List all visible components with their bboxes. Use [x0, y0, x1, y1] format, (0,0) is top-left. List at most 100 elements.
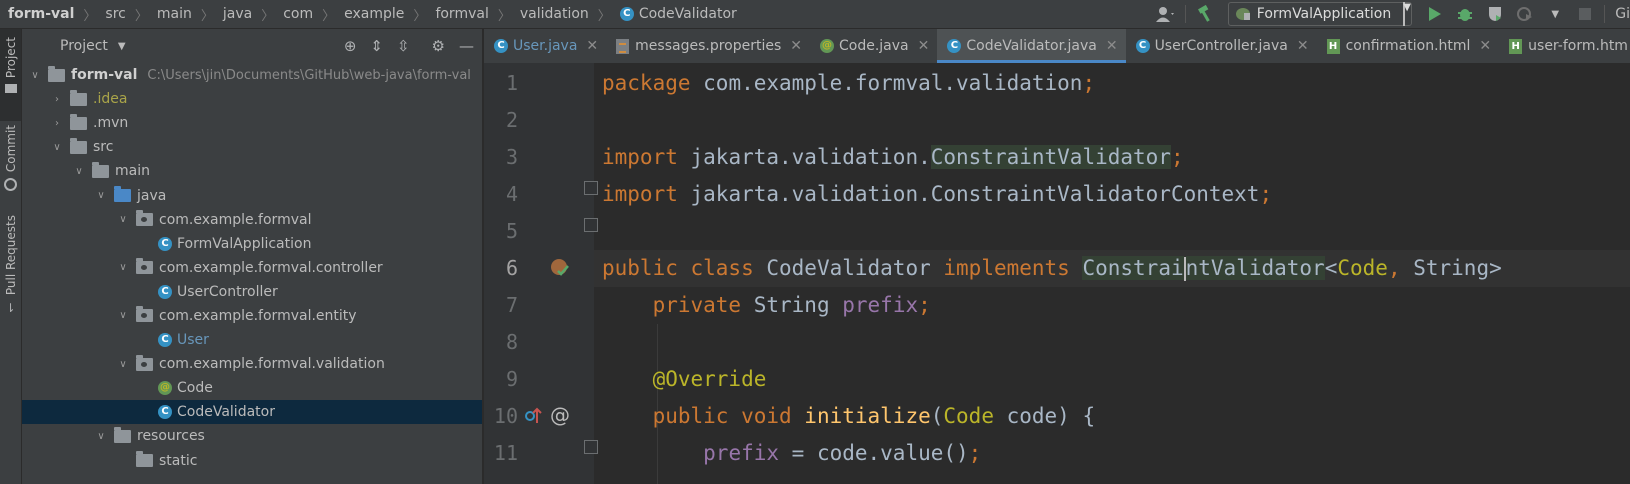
- tree-item-usercontroller[interactable]: › C UserController: [22, 280, 482, 304]
- tree-item-form-val[interactable]: ∨ form-val C:\Users\jin\Documents\GitHub…: [22, 63, 482, 87]
- code-editor[interactable]: package com.example.formval.validation; …: [594, 63, 1630, 484]
- line-number: 8: [505, 330, 518, 354]
- tab-user-form-html[interactable]: user-form.htm: [1499, 29, 1630, 63]
- tree-item-main[interactable]: ∨ main: [22, 159, 482, 183]
- tab-confirmation-html[interactable]: confirmation.html ✕: [1317, 29, 1500, 63]
- chevron-down-icon[interactable]: ∨: [50, 142, 64, 153]
- tab-code-java[interactable]: @ Code.java ✕: [810, 29, 937, 63]
- annotation-icon: @: [158, 381, 172, 396]
- implementation-marker-icon[interactable]: [550, 258, 570, 278]
- profiler-icon[interactable]: [1513, 2, 1537, 26]
- tool-window-commit[interactable]: Commit: [0, 121, 21, 217]
- breadcrumb-item-codevalidator[interactable]: C CodeValidator: [619, 6, 737, 22]
- chevron-down-icon[interactable]: ∨: [116, 310, 130, 321]
- tree-item-java[interactable]: ∨ java: [22, 183, 482, 207]
- chevron-right-icon[interactable]: ›: [50, 94, 64, 105]
- user-account-icon[interactable]: [1154, 2, 1178, 26]
- class-icon: C: [158, 405, 172, 420]
- tree-item-idea[interactable]: › .idea: [22, 87, 482, 111]
- breadcrumb-item-main[interactable]: main 〉: [157, 5, 223, 24]
- tab-messages-properties[interactable]: messages.properties ✕: [606, 29, 810, 63]
- close-icon[interactable]: ✕: [1479, 38, 1491, 54]
- tree-item-user[interactable]: › C User: [22, 328, 482, 352]
- editor-area: C User.java ✕ messages.properties ✕ @ Co…: [484, 29, 1630, 484]
- chevron-right-icon[interactable]: ›: [50, 118, 64, 129]
- breadcrumb-item-java[interactable]: java 〉: [223, 5, 283, 24]
- tree-item-static[interactable]: › static: [22, 449, 482, 473]
- locate-target-icon[interactable]: ⊕: [344, 37, 357, 55]
- collapse-all-icon[interactable]: ⇳: [397, 37, 410, 55]
- line-number: 10: [493, 404, 518, 428]
- run-configuration-selector[interactable]: FormValApplication ▼: [1227, 2, 1413, 26]
- tree-item-package-entity[interactable]: ∨ com.example.formval.entity: [22, 304, 482, 328]
- close-icon[interactable]: ✕: [790, 38, 802, 54]
- annotation-marker-icon[interactable]: @: [550, 403, 570, 427]
- project-panel-header: Project ▼ ⊕ ⇕ ⇳ ⚙ —: [22, 29, 482, 63]
- tree-item-package-validation[interactable]: ∨ com.example.formval.validation: [22, 352, 482, 376]
- chevron-right-icon: 〉: [134, 8, 148, 24]
- project-tool-window: Project ▼ ⊕ ⇕ ⇳ ⚙ — ∨ form-val C:\Users\…: [22, 29, 482, 484]
- code-line-11: prefix = code.value();: [703, 441, 982, 465]
- implements-method-icon[interactable]: [524, 406, 542, 426]
- project-view-selector[interactable]: Project: [60, 38, 108, 54]
- coverage-shield-icon[interactable]: [1483, 2, 1507, 26]
- chevron-down-icon[interactable]: ∨: [116, 262, 130, 273]
- line-number: 11: [493, 441, 518, 465]
- tool-window-pull-requests[interactable]: Pull Requests ⇂: [0, 211, 21, 315]
- breadcrumb-item-formval[interactable]: formval 〉: [435, 5, 519, 24]
- chevron-down-icon[interactable]: ∨: [72, 166, 86, 177]
- chevron-down-icon[interactable]: ∨: [94, 190, 108, 201]
- tree-item-mvn[interactable]: › .mvn: [22, 111, 482, 135]
- stop-icon[interactable]: [1573, 2, 1597, 26]
- chevron-down-icon[interactable]: ∨: [116, 214, 130, 225]
- chevron-down-icon[interactable]: ∨: [94, 431, 108, 442]
- tab-codevalidator-java[interactable]: C CodeValidator.java ✕: [937, 29, 1126, 63]
- breadcrumb-item-com[interactable]: com 〉: [283, 5, 344, 24]
- debug-bug-icon[interactable]: [1453, 2, 1477, 26]
- tree-item-codevalidator[interactable]: › C CodeValidator: [22, 400, 482, 425]
- close-icon[interactable]: ✕: [918, 38, 930, 54]
- tree-item-resources[interactable]: ∨ resources: [22, 424, 482, 448]
- pull-request-icon: ⇂: [5, 301, 16, 316]
- tree-item-code[interactable]: › @ Code: [22, 376, 482, 400]
- class-icon: C: [619, 7, 634, 21]
- code-line-4: import jakarta.validation.ConstraintVali…: [602, 182, 1273, 206]
- gear-icon[interactable]: ⚙: [432, 37, 445, 55]
- tab-user-java[interactable]: C User.java ✕: [484, 29, 606, 63]
- tab-usercontroller-java[interactable]: C UserController.java ✕: [1126, 29, 1317, 63]
- chevron-down-icon[interactable]: ∨: [28, 70, 42, 81]
- more-run-options-icon[interactable]: ▼: [1543, 2, 1567, 26]
- line-number: 5: [505, 219, 518, 243]
- breadcrumb-item-example[interactable]: example 〉: [344, 5, 435, 24]
- tree-item-package-formval[interactable]: ∨ com.example.formval: [22, 208, 482, 232]
- breadcrumb-item-project[interactable]: form-val 〉: [8, 5, 105, 24]
- folder-icon: [136, 451, 153, 468]
- tool-window-project[interactable]: Project: [0, 29, 21, 121]
- editor-gutter: 1 2 3 4 5 6 7 8 9 10 11 @: [484, 63, 598, 484]
- tree-item-formvalapplication[interactable]: › C FormValApplication: [22, 232, 482, 256]
- tree-item-src[interactable]: ∨ src: [22, 135, 482, 159]
- toolbar-divider: [1184, 5, 1186, 23]
- chevron-down-icon[interactable]: ∨: [116, 359, 130, 370]
- close-icon[interactable]: ✕: [586, 38, 598, 54]
- dropdown-caret-icon[interactable]: ▼: [118, 41, 126, 52]
- commit-icon: [4, 178, 17, 192]
- tree-item-package-controller[interactable]: ∨ com.example.formval.controller: [22, 256, 482, 280]
- expand-all-icon[interactable]: ⇕: [370, 37, 383, 55]
- hide-panel-icon[interactable]: —: [459, 37, 474, 55]
- breadcrumb-item-validation[interactable]: validation 〉: [520, 5, 620, 24]
- close-icon[interactable]: ✕: [1106, 38, 1118, 54]
- line-number: 4: [505, 182, 518, 206]
- line-number: 2: [505, 108, 518, 132]
- breadcrumb-item-src[interactable]: src 〉: [105, 5, 156, 24]
- build-hammer-icon[interactable]: [1193, 2, 1217, 26]
- toolbar-divider: [1604, 5, 1606, 23]
- run-icon[interactable]: [1423, 2, 1447, 26]
- chevron-right-icon: 〉: [261, 8, 275, 24]
- code-line-3: import jakarta.validation.ConstraintVali…: [602, 145, 1184, 169]
- main-toolbar: FormValApplication ▼ ▼ Gi: [1151, 0, 1630, 28]
- resources-folder-icon: [114, 426, 131, 443]
- chevron-right-icon: 〉: [83, 8, 97, 24]
- close-icon[interactable]: ✕: [1297, 38, 1309, 54]
- vcs-menu[interactable]: Gi: [1615, 6, 1630, 22]
